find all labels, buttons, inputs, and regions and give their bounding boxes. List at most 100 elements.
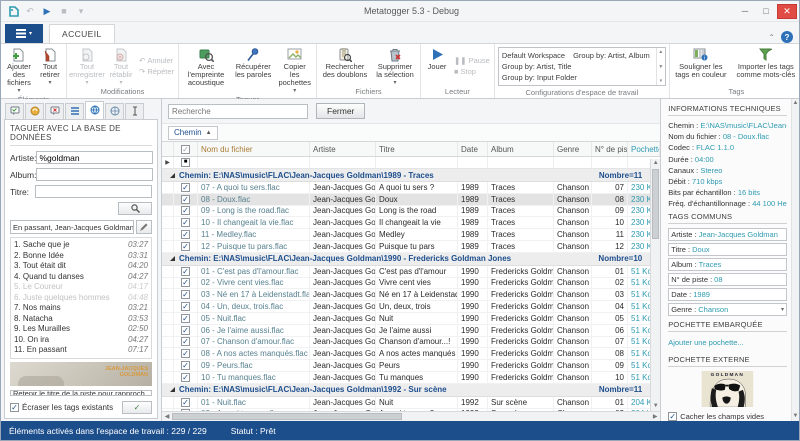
minimize-button[interactable]: ─ (735, 4, 755, 19)
workspace-config-item[interactable]: Group by: Artist, Title (502, 61, 572, 72)
table-row[interactable]: ✓03 - Né en 17 à Leidenstadt.flacJean-Ja… (162, 289, 660, 301)
row-checkbox[interactable]: ✓ (174, 206, 198, 217)
undo-icon[interactable]: ↶ (23, 4, 37, 18)
play-icon[interactable]: ▶ (40, 4, 54, 18)
group-header-row[interactable]: Chemin: E:\NAS\music\FLAC\Jean-Jacques G… (162, 253, 660, 266)
hscroll-thumb[interactable] (172, 413, 402, 420)
apply-tags-button[interactable]: ✓ (122, 401, 152, 414)
collapse-ribbon-icon[interactable]: ⌃ (768, 33, 775, 42)
header-date[interactable]: Date (458, 142, 488, 156)
workspace-config-item[interactable]: Group by: Artist, Album (573, 50, 650, 61)
right-scroll-down-icon[interactable]: ▼ (793, 412, 799, 421)
track-list-item[interactable]: 9. Les Murailles02:50 (14, 324, 148, 335)
table-row[interactable]: ✓07 - A quoi tu sers.flacJean-Jacques Go… (162, 182, 660, 194)
play-button[interactable]: Jouer (423, 45, 451, 87)
track-list-item[interactable]: 4. Quand tu danses04:27 (14, 272, 148, 283)
group-expander-icon[interactable] (170, 173, 175, 178)
table-row[interactable]: ✓01 - Nuit.flacJean-Jacques GoldmanNuit1… (162, 397, 660, 409)
title-field[interactable] (35, 185, 152, 198)
tool-tab-playlist[interactable] (65, 103, 84, 119)
underline-tags-button[interactable]: i Souligner les tags en couleur (672, 45, 730, 87)
tab-accueil[interactable]: ACCUEIL (49, 24, 115, 43)
add-cover-link[interactable]: Ajouter une pochette... (668, 338, 787, 347)
table-row[interactable]: ✓04 - Un, deux, trois.flacJean-Jacques G… (162, 301, 660, 313)
track-list-item[interactable]: 3. Tout était dit04:20 (14, 261, 148, 272)
group-expander-icon[interactable] (170, 256, 175, 261)
header-track[interactable]: N° de piste (592, 142, 628, 156)
artist-field[interactable] (36, 151, 153, 164)
tool-tab-tag-bubble[interactable] (5, 103, 24, 119)
table-row[interactable]: ✓02 - Vivre cent vies.flacJean-Jacques G… (162, 278, 660, 290)
group-by-chemin-chip[interactable]: Chemin ▲ (168, 126, 218, 140)
workspace-expand-icon[interactable]: ▾ (660, 78, 663, 84)
scroll-left-icon[interactable]: ◀ (162, 413, 172, 420)
pause-button[interactable]: ❚❚Pause (452, 56, 492, 65)
row-checkbox[interactable]: ✓ (174, 337, 198, 348)
row-checkbox[interactable]: ✓ (174, 194, 198, 205)
row-checkbox[interactable]: ✓ (174, 325, 198, 336)
remove-all-button[interactable]: Tout retirer▾ (36, 45, 64, 95)
right-scroll-up-icon[interactable]: ▲ (793, 99, 799, 108)
row-checkbox[interactable]: ✓ (174, 360, 198, 371)
add-files-button[interactable]: Ajouter des fichiers▾ (3, 45, 35, 95)
match-mode-dropdown[interactable]: Retenir le titre de la piste pour rappro… (10, 390, 152, 396)
workspace-scrollbar[interactable]: ▲ ▼ ▾ (656, 48, 665, 85)
row-checkbox[interactable]: ✓ (174, 241, 198, 252)
group-header-row[interactable]: Chemin: E:\NAS\music\FLAC\Jean-Jacques G… (162, 384, 660, 397)
track-list-item[interactable]: 7. Nos mains03:21 (14, 303, 148, 314)
select-all-checkbox[interactable]: ✓ (174, 142, 198, 156)
delete-selection-button[interactable]: Supprimer la sélection▾ (372, 45, 418, 87)
fingerprint-tag-button[interactable]: Avec l'empreinte acoustique (181, 45, 231, 95)
row-checkbox[interactable]: ✓ (174, 229, 198, 240)
header-title[interactable]: Titre (376, 142, 458, 156)
find-duplicates-button[interactable]: Rechercher des doublons (319, 45, 371, 87)
external-cover-image[interactable]: GOLDMAN (668, 371, 787, 407)
stop-icon[interactable]: ■ (57, 4, 71, 18)
hide-empty-fields-checkbox[interactable]: ✓ (668, 412, 677, 421)
table-row[interactable]: ✓09 - Long is the road.flacJean-Jacques … (162, 206, 660, 218)
restore-all-button[interactable]: Tout rétablir▾ (106, 45, 136, 87)
table-row[interactable]: ✓10 - Il changeait la vie.flacJean-Jacqu… (162, 217, 660, 229)
workspace-scroll-up-icon[interactable]: ▲ (658, 49, 663, 55)
edit-release-button[interactable] (136, 220, 152, 234)
workspace-config-item[interactable]: Default Workspace (502, 50, 565, 61)
workspace-config-item[interactable]: Group by: Input Folder (502, 72, 577, 83)
table-row[interactable]: ✓01 - C'est pas d'l'amour.flacJean-Jacqu… (162, 266, 660, 278)
release-selector[interactable]: En passant, Jean-Jacques Goldman ▾ (10, 220, 134, 234)
table-row[interactable]: ✓08 - Doux.flacJean-Jacques GoldmanDoux1… (162, 194, 660, 206)
undo-button[interactable]: ↶Annuler (137, 56, 176, 65)
table-row[interactable]: ✓09 - Peurs.flacJean-Jacques GoldmanPeur… (162, 360, 660, 372)
stop-button[interactable]: ■Stop (452, 67, 492, 76)
row-checkbox[interactable]: ✓ (174, 301, 198, 312)
scroll-right-icon[interactable]: ▶ (650, 413, 660, 420)
tag-field[interactable]: Titre : Doux (668, 243, 787, 256)
tag-field[interactable]: Date : 1989 (668, 288, 787, 301)
right-panel-scrollbar[interactable]: ▲ ▼ (791, 99, 799, 421)
group-expander-icon[interactable] (170, 387, 175, 392)
app-menu-button[interactable]: ▾ (5, 24, 43, 43)
table-row[interactable]: ✓12 - Puisque tu pars.flacJean-Jacques G… (162, 241, 660, 253)
album-field[interactable] (36, 168, 153, 181)
table-row[interactable]: ✓05 - Nuit.flacJean-Jacques GoldmanNuit1… (162, 313, 660, 325)
tag-field[interactable]: Artiste : Jean-Jacques Goldman (668, 228, 787, 241)
search-input[interactable] (168, 104, 308, 119)
genre-dropdown-caret-icon[interactable]: ▾ (781, 306, 784, 313)
scroll-down-icon[interactable]: ▼ (653, 402, 659, 411)
tool-tab-database-web[interactable] (85, 101, 104, 119)
import-keywords-button[interactable]: Importer les tags comme mots-clés (731, 45, 800, 87)
workspace-scroll-down-icon[interactable]: ▼ (658, 64, 663, 70)
track-list-item[interactable]: 2. Bonne Idée03:31 (14, 251, 148, 262)
app-logo-icon[interactable] (6, 4, 20, 18)
help-icon[interactable]: ? (781, 31, 793, 43)
close-search-button[interactable]: Fermer (316, 103, 365, 119)
track-list-item[interactable]: 5. Le Coureur04:17 (14, 282, 148, 293)
tool-tab-auto-tag[interactable] (25, 103, 44, 119)
track-list-item[interactable]: 1. Sache que je03:27 (14, 240, 148, 251)
row-checkbox[interactable]: ✓ (174, 313, 198, 324)
tool-tab-rename[interactable] (125, 103, 144, 119)
row-checkbox[interactable]: ✓ (174, 278, 198, 289)
tag-field[interactable]: N° de piste : 08 (668, 273, 787, 286)
header-artist[interactable]: Artiste (310, 142, 376, 156)
tag-field[interactable]: Album : Traces (668, 258, 787, 271)
tool-tab-bubble-remove[interactable] (45, 103, 64, 119)
